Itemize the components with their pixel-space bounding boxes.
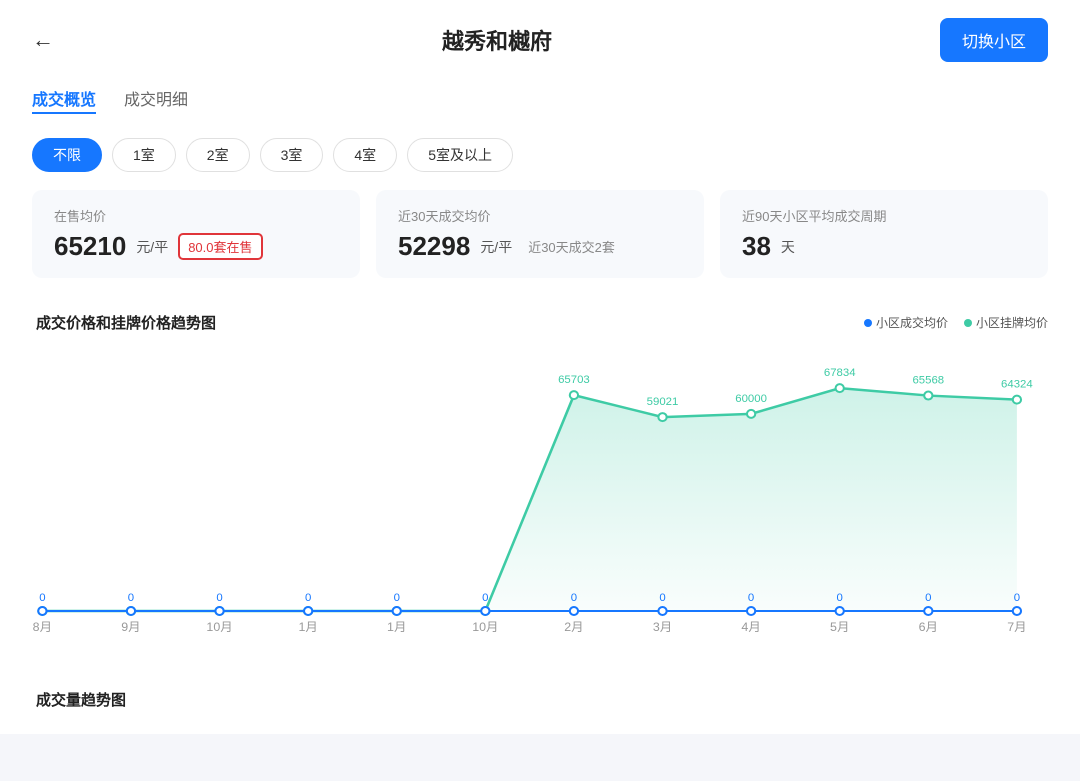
legend-dot-listing [964,319,972,327]
back-button[interactable]: ← [32,29,54,51]
switch-community-button[interactable]: 切换小区 [940,18,1048,62]
svg-text:59021: 59021 [647,396,679,408]
svg-text:0: 0 [925,592,931,604]
main-content: 成交概览 成交明细 不限 1室 2室 3室 4室 5室及以上 在售均价 6521… [0,72,1080,734]
svg-text:0: 0 [482,592,488,604]
svg-text:60000: 60000 [735,393,767,405]
svg-text:64324: 64324 [1001,379,1033,391]
tab-detail[interactable]: 成交明细 [124,86,188,114]
stat-value-2: 38 [742,231,771,262]
svg-text:6月: 6月 [919,620,938,634]
price-trend-chart-section: 成交价格和挂牌价格趋势图 小区成交均价 小区挂牌均价 65 [32,298,1048,661]
header: ← 越秀和樾府 切换小区 [0,0,1080,72]
svg-text:0: 0 [39,592,45,604]
chart-title: 成交价格和挂牌价格趋势图 [32,312,216,333]
stat-value-row-2: 38 天 [742,231,1026,262]
filter-5room-plus[interactable]: 5室及以上 [407,138,513,172]
stat-sub-1: 近30天成交2套 [528,237,615,256]
stats-row: 在售均价 65210 元/平 80.0套在售 近30天成交均价 52298 元/… [32,190,1048,278]
filter-unlimited[interactable]: 不限 [32,138,102,172]
stat-card-90day-cycle: 近90天小区平均成交周期 38 天 [720,190,1048,278]
filter-row: 不限 1室 2室 3室 4室 5室及以上 [32,138,1048,172]
filter-2room[interactable]: 2室 [186,138,250,172]
legend-item-listing: 小区挂牌均价 [964,314,1048,331]
svg-text:67834: 67834 [824,367,856,379]
page-title: 越秀和樾府 [54,24,940,56]
svg-text:0: 0 [394,592,400,604]
stat-unit-2: 天 [781,237,795,257]
chart-header: 成交价格和挂牌价格趋势图 小区成交均价 小区挂牌均价 [32,312,1048,333]
svg-text:5月: 5月 [830,620,849,634]
stat-label-1: 近30天成交均价 [398,206,682,225]
filter-1room[interactable]: 1室 [112,138,176,172]
svg-text:10月: 10月 [472,620,498,634]
legend-label-listing: 小区挂牌均价 [976,314,1048,331]
svg-text:0: 0 [837,592,843,604]
stat-card-30day-price: 近30天成交均价 52298 元/平 近30天成交2套 [376,190,704,278]
stat-value-row-0: 65210 元/平 80.0套在售 [54,231,338,262]
page-wrapper: ← 越秀和樾府 切换小区 成交概览 成交明细 不限 1室 2室 3室 4室 5室… [0,0,1080,781]
svg-text:0: 0 [571,592,577,604]
svg-text:0: 0 [128,592,134,604]
stat-badge-0: 80.0套在售 [178,233,262,260]
filter-4room[interactable]: 4室 [333,138,397,172]
svg-text:2月: 2月 [564,620,583,634]
tabs-row: 成交概览 成交明细 [32,72,1048,124]
svg-text:65568: 65568 [912,375,944,387]
stat-unit-0: 元/平 [136,237,168,257]
tab-overview[interactable]: 成交概览 [32,86,96,114]
stat-unit-1: 元/平 [480,237,512,257]
chart-legend: 小区成交均价 小区挂牌均价 [864,314,1048,331]
volume-chart-title: 成交量趋势图 [32,679,1048,710]
svg-text:3月: 3月 [653,620,672,634]
svg-text:7月: 7月 [1007,620,1026,634]
stat-label-2: 近90天小区平均成交周期 [742,206,1026,225]
svg-text:0: 0 [1014,592,1020,604]
legend-item-transaction: 小区成交均价 [864,314,948,331]
svg-text:8月: 8月 [33,620,52,634]
legend-dot-transaction [864,319,872,327]
svg-text:0: 0 [659,592,665,604]
svg-text:9月: 9月 [121,620,140,634]
stat-value-row-1: 52298 元/平 近30天成交2套 [398,231,682,262]
svg-text:10月: 10月 [206,620,232,634]
price-chart-area: 65703 59021 60000 67834 65568 64324 0 0 0 0 0 0 0 0 0 0… [32,341,1048,661]
stat-label-0: 在售均价 [54,206,338,225]
svg-text:1月: 1月 [298,620,317,634]
svg-text:1月: 1月 [387,620,406,634]
stat-value-1: 52298 [398,231,470,262]
stat-card-listing-price: 在售均价 65210 元/平 80.0套在售 [32,190,360,278]
filter-3room[interactable]: 3室 [260,138,324,172]
svg-text:0: 0 [305,592,311,604]
svg-text:4月: 4月 [741,620,760,634]
svg-text:0: 0 [748,592,754,604]
svg-text:65703: 65703 [558,374,590,386]
svg-text:0: 0 [216,592,222,604]
legend-label-transaction: 小区成交均价 [876,314,948,331]
stat-value-0: 65210 [54,231,126,262]
